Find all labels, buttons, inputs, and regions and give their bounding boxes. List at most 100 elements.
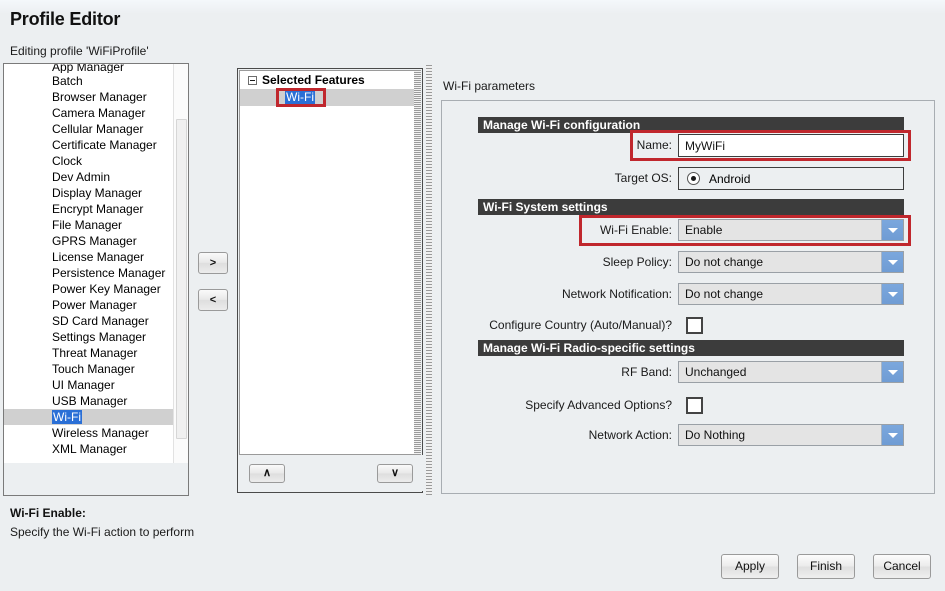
- name-field[interactable]: [678, 134, 904, 157]
- list-item-label: Persistence Manager: [52, 266, 166, 280]
- chevron-down-icon[interactable]: [881, 252, 903, 272]
- list-item-label: Threat Manager: [52, 346, 138, 360]
- list-item-label: Browser Manager: [52, 90, 147, 104]
- field-label: Specify Advanced Options?: [525, 398, 672, 412]
- selected-features-toolbar: ∧ ∨: [239, 455, 423, 491]
- list-item-label: Batch: [52, 74, 83, 88]
- cancel-button[interactable]: Cancel: [873, 554, 931, 579]
- list-item[interactable]: Power Key Manager: [4, 281, 174, 297]
- page-subtitle: Editing profile 'WiFiProfile': [10, 44, 149, 58]
- checkbox-specify-advanced-options[interactable]: [686, 397, 703, 414]
- dropdown-value: Enable: [685, 223, 723, 237]
- tree-collapse-icon[interactable]: [248, 75, 257, 85]
- list-item[interactable]: UI Manager: [4, 377, 174, 393]
- dropdown-wi-fi-enable[interactable]: Enable: [678, 219, 904, 241]
- list-item-label: USB Manager: [52, 394, 128, 408]
- list-item[interactable]: App Manager: [4, 64, 174, 73]
- list-item[interactable]: Display Manager: [4, 185, 174, 201]
- dropdown-network-action[interactable]: Do Nothing: [678, 424, 904, 446]
- checkbox-configure-country-auto-manual[interactable]: [686, 317, 703, 334]
- dropdown-network-notification[interactable]: Do not change: [678, 283, 904, 305]
- list-item-label: Power Manager: [52, 298, 137, 312]
- list-item[interactable]: Dev Admin: [4, 169, 174, 185]
- list-item-label: Settings Manager: [52, 330, 147, 344]
- list-item-label: Touch Manager: [52, 362, 135, 376]
- field-label: RF Band:: [621, 365, 672, 379]
- chevron-down-icon[interactable]: [881, 284, 903, 304]
- move-down-button[interactable]: ∨: [377, 464, 413, 483]
- dropdown-value: Do not change: [685, 287, 764, 301]
- list-item[interactable]: Clock: [4, 153, 174, 169]
- list-item[interactable]: Browser Manager: [4, 89, 174, 105]
- list-item-label: Wireless Manager: [52, 426, 149, 440]
- dropdown-value: Unchanged: [685, 365, 747, 379]
- list-item-label: App Manager: [52, 64, 125, 73]
- list-item[interactable]: License Manager: [4, 249, 174, 265]
- profile-editor-window: Profile Editor Editing profile 'WiFiProf…: [0, 0, 945, 591]
- tree-root-node[interactable]: Selected Features: [240, 71, 414, 89]
- list-item-label: UI Manager: [52, 378, 115, 392]
- list-item-label: Power Key Manager: [52, 282, 161, 296]
- list-item[interactable]: Wi-Fi: [4, 409, 174, 425]
- list-item[interactable]: Wireless Manager: [4, 425, 174, 441]
- available-features-list[interactable]: App Manager Batch Browser Manager Camera Ma…: [4, 64, 174, 492]
- add-feature-button[interactable]: >: [198, 252, 228, 274]
- finish-button[interactable]: Finish: [797, 554, 855, 579]
- field-label: Target OS:: [614, 171, 672, 185]
- list-item[interactable]: USB Manager: [4, 393, 174, 409]
- list-item[interactable]: Threat Manager: [4, 345, 174, 361]
- help-title: Wi-Fi Enable:: [10, 506, 86, 520]
- available-features-footer: [3, 463, 189, 496]
- list-item[interactable]: Settings Manager: [4, 329, 174, 345]
- selected-features-panel: Selected Features Wi-Fi ∧ ∨: [237, 68, 423, 493]
- chevron-down-icon[interactable]: [881, 425, 903, 445]
- list-item-label: Display Manager: [52, 186, 143, 200]
- list-item-label: Cellular Manager: [52, 122, 144, 136]
- remove-feature-button[interactable]: <: [198, 289, 228, 311]
- list-item-label: File Manager: [52, 218, 123, 232]
- field-label: Name:: [636, 138, 672, 152]
- field-label: Configure Country (Auto/Manual)?: [489, 318, 672, 332]
- apply-button[interactable]: Apply: [721, 554, 779, 579]
- list-item-label: Dev Admin: [52, 170, 111, 184]
- list-item[interactable]: XML Manager: [4, 441, 174, 457]
- dropdown-sleep-policy[interactable]: Do not change: [678, 251, 904, 273]
- chevron-down-icon[interactable]: [881, 220, 903, 240]
- list-item[interactable]: Cellular Manager: [4, 121, 174, 137]
- list-item[interactable]: Persistence Manager: [4, 265, 174, 281]
- list-item-label: License Manager: [52, 250, 145, 264]
- move-up-button[interactable]: ∧: [249, 464, 285, 483]
- available-features-panel: App Manager Batch Browser Manager Camera Ma…: [3, 63, 189, 493]
- help-text: Specify the Wi-Fi action to perform: [10, 525, 195, 539]
- chevron-down-icon[interactable]: [881, 362, 903, 382]
- selected-features-scrollbar[interactable]: [414, 70, 421, 455]
- list-item-label: Wi-Fi: [52, 410, 82, 424]
- dropdown-rf-band[interactable]: Unchanged: [678, 361, 904, 383]
- list-item[interactable]: Batch: [4, 73, 174, 89]
- list-item-label: Encrypt Manager: [52, 202, 144, 216]
- tree-child-node[interactable]: Wi-Fi: [240, 89, 414, 106]
- field-label: Network Action:: [588, 428, 672, 442]
- list-item[interactable]: Power Manager: [4, 297, 174, 313]
- list-item[interactable]: Touch Manager: [4, 361, 174, 377]
- selected-features-tree[interactable]: Selected Features Wi-Fi: [239, 70, 415, 455]
- list-item-label: Camera Manager: [52, 106, 146, 120]
- dropdown-value: Do not change: [685, 255, 764, 269]
- list-item[interactable]: Camera Manager: [4, 105, 174, 121]
- list-item-label: XML Manager: [52, 442, 127, 456]
- panel-splitter[interactable]: [426, 65, 432, 495]
- page-title: Profile Editor: [10, 9, 121, 29]
- target-os-radio-group[interactable]: Android: [678, 167, 904, 190]
- list-item-label: Clock: [52, 154, 83, 168]
- dropdown-value: Do Nothing: [685, 428, 746, 442]
- list-item[interactable]: Certificate Manager: [4, 137, 174, 153]
- section-header: Manage Wi-Fi Radio-specific settings: [478, 340, 904, 356]
- scrollbar-thumb[interactable]: [176, 119, 187, 439]
- list-item[interactable]: GPRS Manager: [4, 233, 174, 249]
- field-label: Sleep Policy:: [602, 255, 672, 269]
- list-item[interactable]: SD Card Manager: [4, 313, 174, 329]
- radio-selected-icon[interactable]: [687, 172, 700, 185]
- available-features-scrollbar[interactable]: [173, 64, 188, 492]
- list-item[interactable]: File Manager: [4, 217, 174, 233]
- list-item[interactable]: Encrypt Manager: [4, 201, 174, 217]
